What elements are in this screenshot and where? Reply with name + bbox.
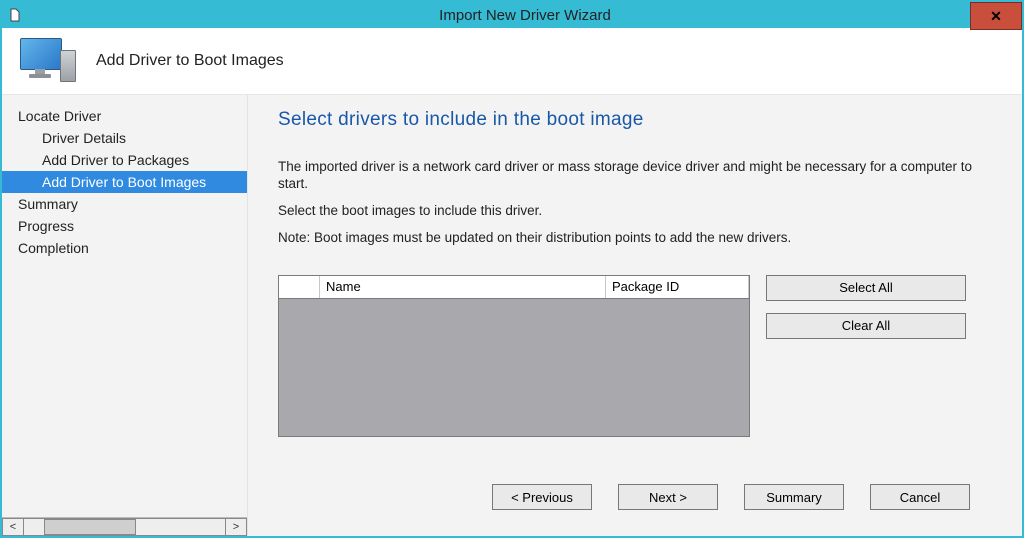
select-all-button[interactable]: Select All	[766, 275, 966, 301]
nav-add-driver-to-boot-images[interactable]: Add Driver to Boot Images	[2, 171, 247, 193]
list-body[interactable]	[279, 299, 749, 436]
content-paragraph-3: Note: Boot images must be updated on the…	[278, 230, 996, 247]
nav-summary[interactable]: Summary	[2, 193, 247, 215]
nav-driver-details[interactable]: Driver Details	[2, 127, 247, 149]
column-name[interactable]: Name	[320, 276, 606, 298]
column-checkbox[interactable]	[279, 276, 320, 298]
cancel-button[interactable]: Cancel	[870, 484, 970, 510]
nav-progress[interactable]: Progress	[2, 215, 247, 237]
nav-scrollbar[interactable]: < >	[2, 517, 247, 536]
list-side-buttons: Select All Clear All	[766, 275, 966, 437]
content-paragraph-2: Select the boot images to include this d…	[278, 203, 996, 220]
list-area: Name Package ID Select All Clear All	[278, 275, 996, 437]
close-button[interactable]: ✕	[970, 2, 1022, 30]
boot-image-list[interactable]: Name Package ID	[278, 275, 750, 437]
content-paragraph-1: The imported driver is a network card dr…	[278, 159, 996, 193]
page-heading: Select drivers to include in the boot im…	[278, 109, 996, 131]
nav-items: Locate Driver Driver Details Add Driver …	[2, 105, 247, 517]
scroll-track[interactable]	[24, 518, 225, 536]
next-button[interactable]: Next >	[618, 484, 718, 510]
scroll-thumb[interactable]	[44, 519, 136, 535]
wizard-nav: Locate Driver Driver Details Add Driver …	[2, 95, 248, 536]
titlebar: Import New Driver Wizard ✕	[2, 2, 1022, 28]
banner-title: Add Driver to Boot Images	[96, 52, 284, 70]
wizard-window: Import New Driver Wizard ✕ Add Driver to…	[0, 0, 1024, 538]
column-package-id[interactable]: Package ID	[606, 276, 749, 298]
summary-button[interactable]: Summary	[744, 484, 844, 510]
app-icon	[2, 2, 28, 28]
list-header: Name Package ID	[279, 276, 749, 299]
wizard-content: Select drivers to include in the boot im…	[248, 95, 1022, 536]
wizard-body: Locate Driver Driver Details Add Driver …	[2, 95, 1022, 536]
scroll-left-icon[interactable]: <	[2, 518, 24, 536]
window-title: Import New Driver Wizard	[28, 7, 1022, 24]
wizard-banner: Add Driver to Boot Images	[2, 28, 1022, 95]
previous-button[interactable]: < Previous	[492, 484, 592, 510]
close-icon: ✕	[990, 8, 1002, 25]
scroll-right-icon[interactable]: >	[225, 518, 247, 536]
nav-locate-driver[interactable]: Locate Driver	[2, 105, 247, 127]
computer-icon	[20, 38, 76, 84]
wizard-footer: < Previous Next > Summary Cancel	[278, 472, 996, 526]
clear-all-button[interactable]: Clear All	[766, 313, 966, 339]
nav-add-driver-to-packages[interactable]: Add Driver to Packages	[2, 149, 247, 171]
nav-completion[interactable]: Completion	[2, 237, 247, 259]
